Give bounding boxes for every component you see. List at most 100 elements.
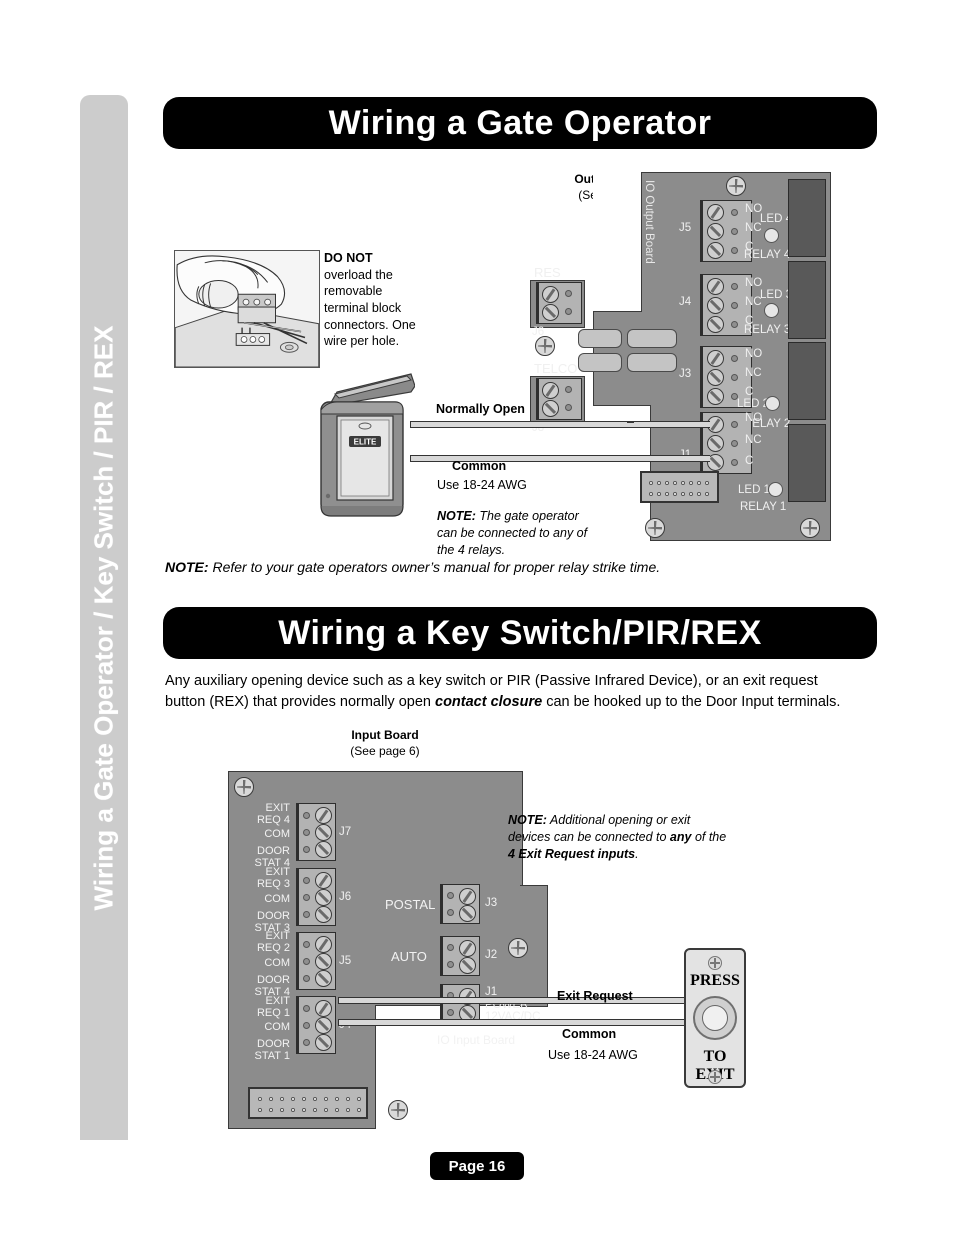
note-relays: NOTE: The gate operator can be connected… — [437, 508, 602, 559]
note-exit-devices: NOTE: Additional opening or exit devices… — [508, 812, 730, 863]
relay-3-led — [764, 303, 779, 318]
exit-button-press-label: PRESS — [690, 972, 740, 989]
board-screw-top — [726, 176, 746, 196]
input-j4-door-stat-label: DOOR STAT 1 — [254, 1038, 290, 1063]
input-j4-screw-1[interactable] — [315, 1000, 332, 1017]
wire-exit-common — [338, 1019, 688, 1026]
relay-1-screw-nc[interactable] — [707, 435, 724, 452]
input-board-caption: Input Board (See page 6) — [320, 728, 450, 759]
component-block-2 — [627, 329, 677, 348]
exit-button-screw-top — [708, 956, 722, 970]
wire-no-joint — [627, 421, 634, 423]
relay-3-screw-nc[interactable] — [707, 297, 724, 314]
input-j5-screw-2[interactable] — [315, 953, 332, 970]
section-side-tab: Wiring a Gate Operator / Key Switch / PI… — [80, 95, 128, 1140]
section-title-key-switch: Wiring a Key Switch/PIR/REX — [163, 607, 877, 659]
exit-button-plunger[interactable] — [693, 996, 737, 1040]
res-terminal-block[interactable] — [536, 282, 582, 324]
press-to-exit-button[interactable]: PRESS TO EXIT — [684, 948, 746, 1088]
svg-text:ELITE: ELITE — [354, 438, 377, 447]
res-hole-2 — [565, 308, 572, 315]
input-board-caption-title: Input Board — [351, 728, 419, 742]
relay-3-no-label: NO — [745, 277, 763, 289]
telco-screw-2[interactable] — [542, 400, 559, 417]
input-j4-com-label: COM — [264, 1021, 290, 1033]
power-terminal-block[interactable] — [440, 984, 480, 1024]
input-j6-screw-1[interactable] — [315, 872, 332, 889]
auto-screw-1[interactable] — [459, 940, 476, 957]
input-j4-screw-2[interactable] — [315, 1017, 332, 1034]
note-relays-bold: NOTE: — [437, 509, 476, 523]
auto-screw-2[interactable] — [459, 957, 476, 974]
note-strike-rest: Refer to your gate operators owner’s man… — [208, 559, 661, 575]
relay-1-body — [788, 424, 826, 502]
input-j7-screw-2[interactable] — [315, 824, 332, 841]
note-exit-mid2: of the — [691, 829, 727, 844]
relay-2-hole-nc — [731, 374, 738, 381]
input-j7-screw-3[interactable] — [315, 841, 332, 858]
input-j6-label: J6 — [339, 891, 352, 903]
component-block-3 — [578, 353, 622, 372]
page-number-badge: Page 16 — [430, 1152, 524, 1180]
relay-2-screw-nc[interactable] — [707, 369, 724, 386]
relay-1-led-label: LED 1 — [738, 484, 770, 496]
postal-screw-2[interactable] — [459, 905, 476, 922]
telco-hole-1 — [565, 386, 572, 393]
auto-terminal-block[interactable] — [440, 936, 480, 976]
input-j7-screw-1[interactable] — [315, 807, 332, 824]
do-not-rest: overload the removable terminal block co… — [324, 267, 416, 349]
board-screw-bottom-left — [645, 518, 665, 538]
section-title-gate-operator: Wiring a Gate Operator — [163, 97, 877, 149]
relay-4-screw-no[interactable] — [707, 204, 724, 221]
input-j5-screw-1[interactable] — [315, 936, 332, 953]
input-board-screw-tl — [234, 777, 254, 797]
input-j7-terminal-block[interactable] — [296, 803, 336, 861]
input-j5-terminal-block[interactable] — [296, 932, 336, 990]
relay-3-hole-c — [731, 321, 738, 328]
relay-2-screw-c[interactable] — [707, 388, 724, 405]
note-exit-bold2: any — [669, 829, 692, 844]
note-relay-strike-time: NOTE: Refer to your gate operators owner… — [165, 559, 865, 575]
relay-3-screw-no[interactable] — [707, 278, 724, 295]
relay-4-hole-no — [731, 209, 738, 216]
res-screw-2[interactable] — [542, 304, 559, 321]
note-exit-end: . — [635, 846, 639, 861]
relay-4-body — [788, 179, 826, 257]
io-input-board-label: IO Input Board — [437, 1033, 516, 1047]
relay-2-c-label: C — [745, 386, 754, 398]
note-exit-bold3: 4 Exit Request inputs — [508, 846, 636, 861]
relay-4-led — [764, 228, 779, 243]
relay-3-j-label: J4 — [679, 296, 692, 308]
res-screw-1[interactable] — [542, 286, 559, 303]
relay-3-screw-c[interactable] — [707, 316, 724, 333]
do-not-bold: DO NOT — [324, 251, 373, 265]
relay-4-screw-nc[interactable] — [707, 223, 724, 240]
telco-label: TELCO — [534, 361, 578, 376]
relay-4-hole-nc — [731, 228, 738, 235]
component-block-1 — [578, 329, 622, 348]
wire-normally-open — [410, 421, 710, 428]
j6-label: J6 — [532, 326, 545, 338]
relay-2-nc-label: NC — [745, 367, 762, 379]
relay-4-screw-c[interactable] — [707, 242, 724, 259]
input-j6-screw-3[interactable] — [315, 906, 332, 923]
relay-2-screw-no[interactable] — [707, 350, 724, 367]
postal-terminal-block[interactable] — [440, 884, 480, 924]
output-board-notch-top — [593, 172, 642, 312]
postal-screw-1[interactable] — [459, 888, 476, 905]
input-j4-screw-3[interactable] — [315, 1034, 332, 1051]
input-j5-screw-3[interactable] — [315, 970, 332, 987]
input-board-ribbon-header — [248, 1087, 368, 1119]
input-j4-terminal-block[interactable] — [296, 996, 336, 1054]
telco-screw-1[interactable] — [542, 382, 559, 399]
relay-2-body — [788, 342, 826, 420]
component-block-4 — [627, 353, 677, 372]
res-hole-1 — [565, 290, 572, 297]
relay-1-hole-nc — [731, 440, 738, 447]
board-screw-bottom-right — [800, 518, 820, 538]
relay-4-hole-c — [731, 247, 738, 254]
input-j7-com-label: COM — [264, 828, 290, 840]
input-j6-screw-2[interactable] — [315, 889, 332, 906]
telco-terminal-block[interactable] — [536, 378, 582, 420]
input-j6-terminal-block[interactable] — [296, 868, 336, 926]
